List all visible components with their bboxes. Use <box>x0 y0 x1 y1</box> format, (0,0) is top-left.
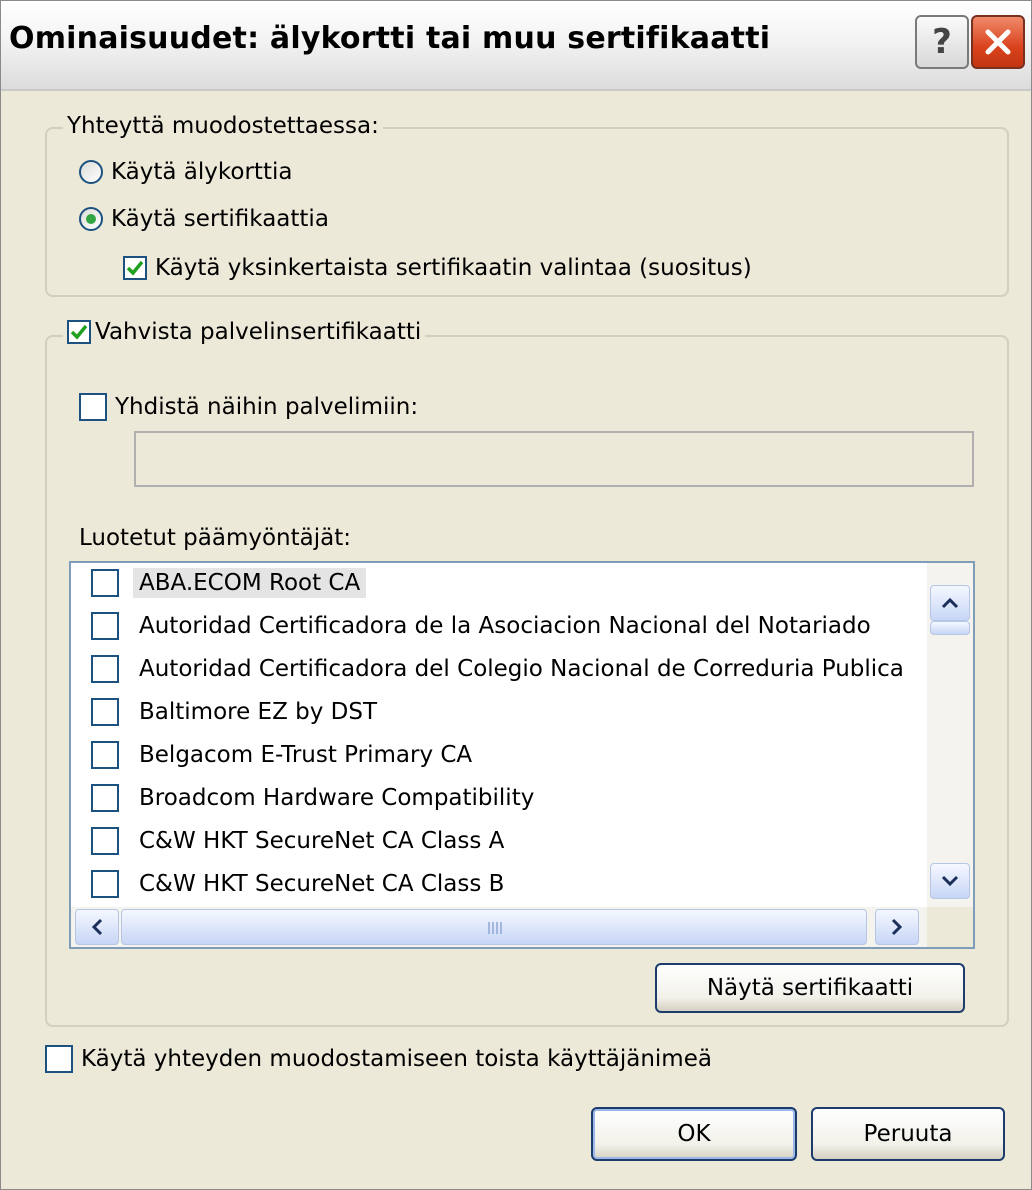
trusted-roots-list[interactable]: ABA.ECOM Root CA Autoridad Certificadora… <box>69 561 975 949</box>
chevron-down-icon <box>941 875 959 887</box>
list-item-checkbox[interactable] <box>91 870 119 898</box>
list-item-label: Belgacom E-Trust Primary CA <box>139 742 473 768</box>
connect-servers-label: Yhdistä näihin palvelimiin: <box>115 394 419 420</box>
list-item-label: C&W HKT SecureNet CA Class B <box>139 871 505 897</box>
title-bar: Ominaisuudet: älykortti tai muu sertifik… <box>1 1 1031 91</box>
scroll-right-button[interactable] <box>875 909 919 945</box>
radio-certificate-label: Käytä sertifikaattia <box>111 206 329 232</box>
list-item-label: Autoridad Certificadora del Colegio Naci… <box>139 656 904 682</box>
radio-use-certificate[interactable]: Käytä sertifikaattia <box>79 206 329 232</box>
help-button[interactable]: ? <box>915 15 969 69</box>
checkmark-icon <box>126 260 144 276</box>
list-item[interactable]: Autoridad Certificadora de la Asociacion… <box>91 606 877 646</box>
horizontal-scroll-thumb[interactable] <box>121 909 867 945</box>
trusted-roots-label: Luotetut päämyöntäjät: <box>79 525 351 551</box>
validate-server-cert-label: Vahvista palvelinsertifikaatti <box>95 319 422 345</box>
list-item-label: Broadcom Hardware Compatibility <box>139 785 535 811</box>
list-item-checkbox[interactable] <box>91 655 119 683</box>
list-item-label: ABA.ECOM Root CA <box>133 568 367 598</box>
list-item-checkbox[interactable] <box>91 827 119 855</box>
list-item-checkbox[interactable] <box>91 612 119 640</box>
connect-group-legend: Yhteyttä muodostettaessa: <box>63 113 383 139</box>
horizontal-scrollbar[interactable] <box>71 907 927 947</box>
scrollbar-corner <box>927 907 973 947</box>
other-username-checkbox[interactable]: Käytä yhteyden muodostamiseen toista käy… <box>45 1045 712 1073</box>
close-button[interactable] <box>971 15 1025 69</box>
connect-servers-checkbox[interactable]: Yhdistä näihin palvelimiin: <box>79 393 418 421</box>
connect-servers-box[interactable] <box>79 393 107 421</box>
other-username-box[interactable] <box>45 1045 73 1073</box>
list-item-checkbox[interactable] <box>91 741 119 769</box>
simple-cert-selection-checkbox[interactable]: Käytä yksinkertaista sertifikaatin valin… <box>123 255 752 281</box>
cancel-button[interactable]: Peruuta <box>811 1107 1005 1161</box>
list-item-label: Baltimore EZ by DST <box>139 699 378 725</box>
list-item[interactable]: Broadcom Hardware Compatibility <box>91 778 540 818</box>
chevron-up-icon <box>941 597 959 609</box>
validate-server-cert-box[interactable] <box>67 320 91 344</box>
scroll-down-button[interactable] <box>930 863 970 899</box>
list-item-label: C&W HKT SecureNet CA Class A <box>139 828 505 854</box>
simple-cert-selection-box[interactable] <box>123 256 147 280</box>
simple-cert-selection-label: Käytä yksinkertaista sertifikaatin valin… <box>155 255 752 281</box>
ok-button[interactable]: OK <box>591 1107 797 1161</box>
vertical-scroll-thumb[interactable] <box>930 621 970 635</box>
chevron-left-icon <box>91 918 103 936</box>
list-item-label: Autoridad Certificadora de la Asociacion… <box>139 613 871 639</box>
window-title: Ominaisuudet: älykortti tai muu sertifik… <box>9 21 771 56</box>
radio-smartcard-control[interactable] <box>79 160 103 184</box>
list-item[interactable]: Belgacom E-Trust Primary CA <box>91 735 478 775</box>
servers-input[interactable] <box>134 431 974 487</box>
list-item[interactable]: C&W HKT SecureNet CA Class B <box>91 864 510 904</box>
vertical-scrollbar[interactable] <box>927 563 973 907</box>
view-certificate-button[interactable]: Näytä sertifikaatti <box>655 963 965 1013</box>
list-item-checkbox[interactable] <box>91 569 119 597</box>
radio-use-smartcard[interactable]: Käytä älykorttia <box>79 159 292 185</box>
list-item-checkbox[interactable] <box>91 784 119 812</box>
other-username-label: Käytä yhteyden muodostamiseen toista käy… <box>81 1046 712 1072</box>
list-item[interactable]: Baltimore EZ by DST <box>91 692 383 732</box>
list-item[interactable]: C&W HKT SecureNet CA Class A <box>91 821 510 861</box>
list-item[interactable]: ABA.ECOM Root CA <box>91 563 367 603</box>
list-item[interactable]: Autoridad Certificadora del Colegio Naci… <box>91 649 910 689</box>
scroll-up-button[interactable] <box>930 585 970 621</box>
help-icon: ? <box>932 22 952 62</box>
checkmark-icon <box>70 324 88 340</box>
radio-certificate-control[interactable] <box>79 207 103 231</box>
grip-icon <box>488 922 502 934</box>
close-icon <box>985 29 1011 55</box>
chevron-right-icon <box>891 918 903 936</box>
properties-dialog: Ominaisuudet: älykortti tai muu sertifik… <box>0 0 1032 1190</box>
list-item-checkbox[interactable] <box>91 698 119 726</box>
validate-server-cert-checkbox[interactable]: Vahvista palvelinsertifikaatti <box>63 319 426 345</box>
radio-smartcard-label: Käytä älykorttia <box>111 159 293 185</box>
scroll-left-button[interactable] <box>75 909 119 945</box>
